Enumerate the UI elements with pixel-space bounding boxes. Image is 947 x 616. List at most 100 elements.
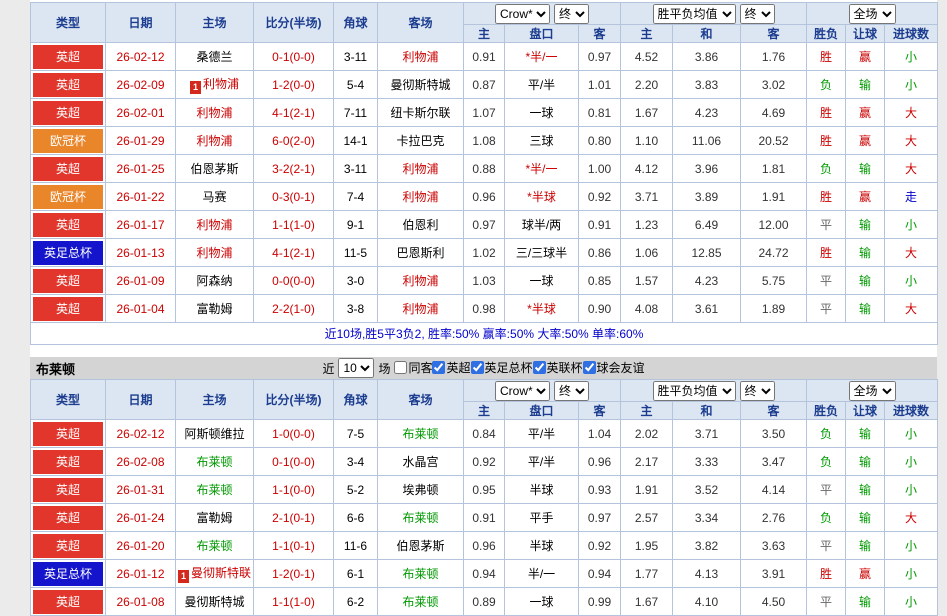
filter-checkbox-英联杯[interactable] [533, 361, 546, 374]
match-score[interactable]: 0-1(0-0) [254, 43, 334, 71]
home-team[interactable]: 布莱顿 [176, 476, 254, 504]
away-team[interactable]: 伯恩利 [378, 211, 464, 239]
match-score[interactable]: 4-1(2-1) [254, 239, 334, 267]
home-team[interactable]: 富勒姆 [176, 504, 254, 532]
avg-type-select[interactable]: 胜平负均值 [653, 381, 736, 401]
liverpool-matches-table: 类型日期主场比分(半场)角球客场Crow*终胜平负均值终全场主盘口客主和客胜负让… [30, 2, 938, 345]
away-odds: 1.04 [579, 420, 621, 448]
home-team[interactable]: 1利物浦 [176, 71, 254, 99]
result-cell: 胜 [807, 239, 846, 267]
away-team[interactable]: 利物浦 [378, 183, 464, 211]
avg-final-select[interactable]: 终 [740, 381, 775, 401]
filter-英超: 英超 [432, 359, 470, 376]
avg-type-select[interactable]: 胜平负均值 [653, 4, 736, 24]
let-ball-cell: 赢 [846, 127, 885, 155]
away-odds: 0.94 [579, 560, 621, 588]
match-score[interactable]: 1-1(1-0) [254, 211, 334, 239]
home-team[interactable]: 布莱顿 [176, 532, 254, 560]
column-header-away: 客场 [378, 3, 464, 43]
filter-label: 同客 [408, 359, 432, 376]
match-score[interactable]: 1-1(1-0) [254, 588, 334, 616]
away-team[interactable]: 利物浦 [378, 155, 464, 183]
away-team[interactable]: 巴恩斯利 [378, 239, 464, 267]
recent-count-select[interactable]: 10 [338, 358, 374, 378]
let-ball-cell: 输 [846, 211, 885, 239]
home-odds: 1.07 [464, 99, 505, 127]
away-team-name: 曼彻斯特城 [390, 78, 450, 92]
home-odds: 0.92 [464, 448, 505, 476]
league-cell: 英超 [31, 476, 106, 504]
home-team-name: 利物浦 [196, 246, 232, 260]
match-score[interactable]: 2-1(0-1) [254, 504, 334, 532]
match-date: 26-01-12 [106, 560, 176, 588]
scope-select[interactable]: 全场 [849, 4, 896, 24]
home-team[interactable]: 马赛 [176, 183, 254, 211]
home-team[interactable]: 利物浦 [176, 127, 254, 155]
league-cell: 英超 [31, 588, 106, 616]
away-team[interactable]: 伯恩茅斯 [378, 532, 464, 560]
match-score[interactable]: 6-0(2-0) [254, 127, 334, 155]
home-team-name: 曼彻斯特联 [191, 566, 251, 580]
league-cell: 英超 [31, 99, 106, 127]
match-date: 26-01-20 [106, 532, 176, 560]
home-team[interactable]: 1曼彻斯特联 [176, 560, 254, 588]
away-team-name: 布莱顿 [402, 427, 438, 441]
away-team[interactable]: 曼彻斯特城 [378, 71, 464, 99]
match-score[interactable]: 0-0(0-0) [254, 267, 334, 295]
match-score[interactable]: 2-2(1-0) [254, 295, 334, 323]
match-score[interactable]: 1-2(0-0) [254, 71, 334, 99]
match-score[interactable]: 1-1(0-0) [254, 476, 334, 504]
away-team[interactable]: 卡拉巴克 [378, 127, 464, 155]
away-team[interactable]: 布莱顿 [378, 420, 464, 448]
away-team[interactable]: 布莱顿 [378, 560, 464, 588]
match-score[interactable]: 4-1(2-1) [254, 99, 334, 127]
home-team-name: 阿斯顿维拉 [184, 427, 244, 441]
goals-cell: 小 [885, 448, 938, 476]
odds-final-select[interactable]: 终 [554, 4, 589, 24]
filter-checkbox-同客[interactable] [394, 361, 407, 374]
result-cell: 胜 [807, 127, 846, 155]
filter-checkbox-球会友谊[interactable] [583, 361, 596, 374]
away-team-name: 布莱顿 [402, 595, 438, 609]
corners: 14-1 [334, 127, 378, 155]
avg-draw: 3.82 [673, 532, 741, 560]
match-score[interactable]: 0-1(0-0) [254, 448, 334, 476]
home-team[interactable]: 利物浦 [176, 239, 254, 267]
home-team[interactable]: 布莱顿 [176, 448, 254, 476]
home-team[interactable]: 桑德兰 [176, 43, 254, 71]
away-team[interactable]: 利物浦 [378, 43, 464, 71]
match-score[interactable]: 1-2(0-1) [254, 560, 334, 588]
corners: 11-5 [334, 239, 378, 267]
home-team[interactable]: 曼彻斯特城 [176, 588, 254, 616]
bookmaker-select[interactable]: Crow* [495, 381, 550, 401]
let-ball-cell: 输 [846, 532, 885, 560]
home-odds: 1.08 [464, 127, 505, 155]
away-team[interactable]: 水晶宫 [378, 448, 464, 476]
match-score[interactable]: 3-2(2-1) [254, 155, 334, 183]
away-team[interactable]: 利物浦 [378, 295, 464, 323]
filter-checkbox-英超[interactable] [432, 361, 445, 374]
away-team[interactable]: 布莱顿 [378, 504, 464, 532]
match-score[interactable]: 1-1(0-1) [254, 532, 334, 560]
away-odds: 0.97 [579, 504, 621, 532]
league-badge: 英超 [33, 422, 103, 446]
filter-checkbox-英足总杯[interactable] [471, 361, 484, 374]
home-team[interactable]: 利物浦 [176, 211, 254, 239]
home-team[interactable]: 富勒姆 [176, 295, 254, 323]
match-score[interactable]: 0-3(0-1) [254, 183, 334, 211]
home-team[interactable]: 阿斯顿维拉 [176, 420, 254, 448]
odds-final-select[interactable]: 终 [554, 381, 589, 401]
home-team[interactable]: 利物浦 [176, 99, 254, 127]
league-badge: 英超 [33, 450, 103, 474]
avg-final-select[interactable]: 终 [740, 4, 775, 24]
home-team[interactable]: 阿森纳 [176, 267, 254, 295]
scope-select[interactable]: 全场 [849, 381, 896, 401]
away-team[interactable]: 利物浦 [378, 267, 464, 295]
bookmaker-select[interactable]: Crow* [495, 4, 550, 24]
home-team[interactable]: 伯恩茅斯 [176, 155, 254, 183]
away-team[interactable]: 埃弗顿 [378, 476, 464, 504]
match-score[interactable]: 1-0(0-0) [254, 420, 334, 448]
away-team[interactable]: 纽卡斯尔联 [378, 99, 464, 127]
league-cell: 欧冠杯 [31, 127, 106, 155]
away-team[interactable]: 布莱顿 [378, 588, 464, 616]
